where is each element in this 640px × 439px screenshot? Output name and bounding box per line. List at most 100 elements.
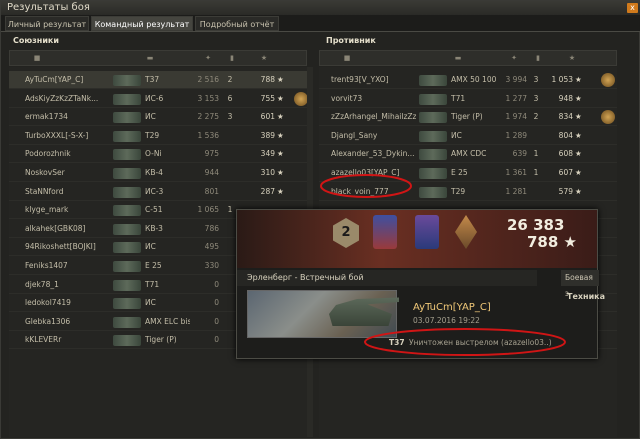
player-column-icon[interactable]: ■: [30, 51, 44, 65]
player-name: Djangl_Sany: [331, 130, 378, 140]
star-icon: ★: [277, 186, 284, 196]
star-icon: ★: [575, 130, 582, 140]
tank-name: AMX CDC: [451, 149, 487, 159]
xp-value: 349: [260, 149, 275, 159]
xp-value: 607: [558, 168, 573, 177]
star-icon: ★: [277, 130, 284, 140]
star-icon: ★: [575, 93, 582, 103]
credits-earned: 26 383: [507, 216, 565, 234]
tank-icon: [113, 93, 141, 105]
damage-value: 3 153: [197, 93, 219, 103]
table-row[interactable]: Alexander_53_Dykin... AMX CDC 639 1 608 ★: [319, 145, 617, 164]
enemies-column-header: ■ ▬ ✦ ▮ ★: [319, 50, 617, 66]
tank-icon: [113, 279, 141, 291]
table-row[interactable]: NoskovSer КВ-4 944 310 ★: [9, 164, 307, 182]
allies-column-header: ■ ▬ ✦ ▮ ★: [9, 50, 307, 66]
tank-name: O-Ni: [145, 149, 162, 159]
tank-name: T29: [145, 130, 160, 140]
damage-column-icon[interactable]: ✦: [200, 51, 216, 65]
kills-column-icon[interactable]: ▮: [530, 51, 546, 65]
player-name: Glebka1306: [25, 316, 71, 326]
table-row[interactable]: ermak1734 ИС 2 275 3 601 ★: [9, 108, 307, 127]
tab-detailed-report[interactable]: Подробный отчёт: [195, 16, 279, 31]
table-row[interactable]: AyTuCm[YAP_C] T37 2 516 2 788 ★: [9, 71, 307, 89]
tank-name: Tiger (P): [451, 112, 483, 122]
enemies-title: Противник: [326, 36, 376, 45]
battle-effect-tab[interactable]: Боевая э: [561, 270, 599, 298]
table-row[interactable]: TurboXXXL[-S-X-] T29 1 536 389 ★: [9, 127, 307, 145]
damage-value: 0: [214, 279, 219, 289]
tank-name: E 25: [145, 261, 162, 270]
table-row[interactable]: StaNNford ИС-3 801 287 ★: [9, 183, 307, 201]
player-name: TurboXXXL[-S-X-]: [25, 130, 89, 140]
tank-icon: [113, 261, 141, 272]
tank-icon: [113, 335, 141, 347]
damage-value: 3 994: [505, 75, 527, 84]
player-name: Podorozhnik: [25, 149, 71, 159]
table-row[interactable]: AdsKiyZzKzZTaNk... ИС-6 3 153 6 755 ★: [9, 90, 308, 108]
table-row[interactable]: Podorozhnik O-Ni 975 349 ★: [9, 145, 307, 164]
medal-icon: [601, 110, 615, 125]
player-name: vorvit73: [331, 93, 363, 103]
star-column-icon[interactable]: ★: [564, 51, 580, 65]
player-name: zZzArhangel_MihailzZz: [331, 112, 416, 122]
player-name: djek78_1: [25, 279, 59, 289]
damage-column-icon[interactable]: ✦: [506, 51, 522, 65]
player-column-icon[interactable]: ■: [340, 51, 354, 65]
table-row[interactable]: trent93[V_YXO] AMX 50 100 3 994 3 1 053 ★: [319, 71, 617, 89]
tank-name: ИС-6: [145, 93, 164, 103]
mastery-badge-icon: [455, 215, 477, 249]
kills-column-icon[interactable]: ▮: [224, 51, 240, 65]
table-row[interactable]: black_voin_777 T29 1 281 579 ★: [319, 183, 617, 201]
star-icon: ★: [575, 168, 582, 177]
tank-column-icon[interactable]: ▬: [448, 51, 468, 65]
star-icon: ★: [575, 186, 582, 196]
table-row[interactable]: Djangl_Sany ИС 1 289 804 ★: [319, 127, 617, 145]
damage-value: 2 516: [197, 75, 219, 84]
damage-value: 639: [512, 149, 527, 159]
star-icon: ★: [277, 75, 284, 84]
tank-name: AMX 50 100: [451, 75, 497, 84]
tab-personal-result[interactable]: Личный результат: [5, 16, 89, 31]
xp-value: 579: [558, 186, 573, 196]
damage-value: 1 536: [197, 130, 219, 140]
star-icon: ★: [277, 112, 284, 122]
player-name: ermak1734: [25, 112, 68, 122]
table-row[interactable]: zZzArhangel_MihailzZz Tiger (P) 1 974 2 834 ★: [319, 108, 617, 127]
tank-icon: [113, 223, 141, 235]
star-column-icon[interactable]: ★: [256, 51, 272, 65]
tank-name: T29: [451, 186, 466, 196]
tank-column-icon[interactable]: ▬: [140, 51, 160, 65]
medal-icon: [294, 91, 308, 106]
player-name: trent93[V_YXO]: [331, 75, 389, 84]
kill-text: Уничтожен выстрелом (azazello03..): [409, 338, 552, 347]
tank-icon: [113, 75, 141, 86]
kill-tank: T37: [389, 338, 405, 347]
tab-team-result[interactable]: Командный результат: [91, 16, 193, 31]
kills-value: 6: [227, 93, 233, 103]
window-titlebar: Результаты боя x: [1, 1, 640, 15]
damage-value: 1 065: [197, 205, 219, 215]
medal-icon: [601, 73, 615, 87]
star-icon: ★: [277, 168, 284, 177]
medal-badge-icon: [373, 215, 397, 249]
damage-value: 1 289: [505, 130, 527, 140]
damage-value: 0: [214, 298, 219, 308]
map-name: Эрленберг - Встречный бой: [237, 270, 537, 286]
damage-value: 975: [204, 149, 219, 159]
kills-value: 1: [533, 168, 539, 177]
player-name: azazello03[YAP_C]: [331, 168, 400, 177]
xp-value: 834: [558, 112, 573, 122]
table-row[interactable]: vorvit73 T71 1 277 3 948 ★: [319, 90, 617, 108]
xp-value: 601: [260, 112, 275, 122]
close-icon[interactable]: x: [627, 3, 638, 13]
tank-icon: [419, 149, 447, 161]
table-row[interactable]: azazello03[YAP_C] E 25 1 361 1 607 ★: [319, 164, 617, 182]
kill-info: T37 Уничтожен выстрелом (azazello03..): [379, 334, 563, 352]
tank-icon: [113, 298, 141, 310]
battle-notification-popup[interactable]: 2 26 383 788 ★ Эрленберг - Встречный бой…: [236, 209, 605, 359]
damage-value: 330: [204, 261, 219, 270]
damage-value: 2 275: [197, 112, 219, 122]
tank-icon: [113, 130, 141, 142]
player-name: 94Rikoshett[BOJKI]: [25, 242, 96, 252]
